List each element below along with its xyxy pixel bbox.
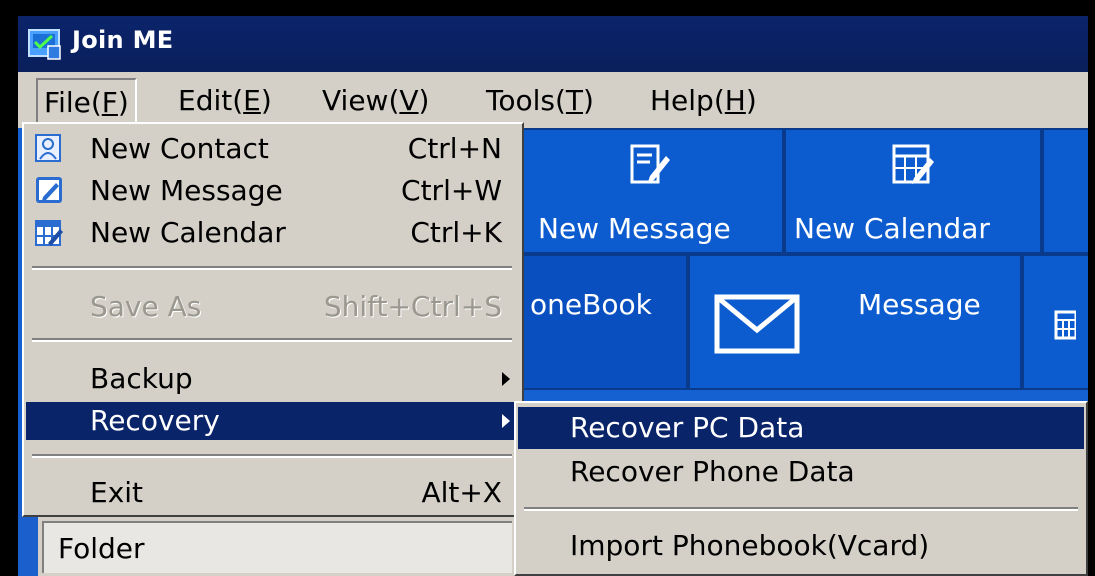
menu-item-exit[interactable]: Exit Alt+X xyxy=(26,474,520,512)
menu-item-shortcut: Ctrl+W xyxy=(401,174,502,207)
menu-item-shortcut: Ctrl+K xyxy=(410,216,502,249)
menu-item-label: Recover PC Data xyxy=(570,411,805,444)
menu-item-recover-phone-data[interactable]: Recover Phone Data xyxy=(518,451,1084,493)
menu-item-new-contact[interactable]: New Contact Ctrl+N xyxy=(26,130,520,168)
menu-item-label: Backup xyxy=(90,362,193,395)
menu-item-recovery[interactable]: Recovery xyxy=(26,402,520,440)
file-dropdown-menu: New Contact Ctrl+N New Message Ctrl+W Ne… xyxy=(22,122,524,517)
menu-tools[interactable]: Tools(T) xyxy=(480,78,600,124)
menu-item-new-message[interactable]: New Message Ctrl+W xyxy=(26,172,520,210)
recovery-submenu: Recover PC Data Recover Phone Data Impor… xyxy=(514,401,1088,576)
menu-item-label: Save As xyxy=(90,290,202,323)
tab-message[interactable]: Message xyxy=(688,254,1022,390)
menu-item-label: New Contact xyxy=(90,132,269,165)
menu-item-label: Exit xyxy=(90,476,144,509)
menu-item-label: Recovery xyxy=(90,404,220,437)
app-window: Join ME File(F) Edit(E) View(V) Tools(T)… xyxy=(18,16,1088,576)
menu-separator xyxy=(32,266,512,270)
window-title: Join ME xyxy=(72,26,174,54)
menu-separator xyxy=(32,338,512,342)
submenu-arrow-icon xyxy=(502,372,510,386)
menu-separator xyxy=(524,507,1078,511)
new-message-button[interactable]: New Message xyxy=(522,128,784,254)
menu-item-new-calendar[interactable]: New Calendar Ctrl+K xyxy=(26,214,520,252)
calendar-edit-icon xyxy=(35,220,63,246)
message-edit-icon xyxy=(36,177,62,203)
tab-message-label: Message xyxy=(858,288,981,321)
title-bar[interactable]: Join ME xyxy=(18,16,1088,72)
menu-item-label: Import Phonebook(Vcard) xyxy=(570,529,930,562)
envelope-icon xyxy=(714,294,800,354)
submenu-arrow-icon xyxy=(502,414,510,428)
menu-item-label: New Calendar xyxy=(90,216,286,249)
tab-calendar-partial[interactable] xyxy=(1022,254,1088,390)
menu-edit[interactable]: Edit(E) xyxy=(172,78,278,124)
menu-separator xyxy=(32,454,512,458)
menu-item-label: New Message xyxy=(90,174,283,207)
menu-bar: File(F) Edit(E) View(V) Tools(T) Help(H) xyxy=(18,74,1088,128)
menu-item-save-as: Save As Shift+Ctrl+S xyxy=(26,288,520,326)
calendar-icon xyxy=(1054,310,1076,340)
folder-header[interactable]: Folder xyxy=(42,521,512,573)
menu-item-recover-pc-data[interactable]: Recover PC Data xyxy=(518,407,1084,449)
menu-item-shortcut: Ctrl+N xyxy=(407,132,502,165)
tab-phonebook[interactable]: oneBook xyxy=(522,254,688,390)
new-calendar-label: New Calendar xyxy=(794,212,990,245)
tab-phonebook-label: oneBook xyxy=(530,288,652,321)
menu-item-import-phonebook[interactable]: Import Phonebook(Vcard) xyxy=(518,525,1084,567)
join-me-app-icon xyxy=(28,29,61,60)
menu-view[interactable]: View(V) xyxy=(316,78,435,124)
menu-help[interactable]: Help(H) xyxy=(644,78,763,124)
menu-item-shortcut: Alt+X xyxy=(421,476,502,509)
toolbar-button-partial[interactable] xyxy=(1042,128,1088,254)
menu-item-label: Recover Phone Data xyxy=(570,455,855,488)
menu-file[interactable]: File(F) xyxy=(36,78,137,124)
menu-item-backup[interactable]: Backup xyxy=(26,360,520,398)
new-message-label: New Message xyxy=(538,212,731,245)
calendar-edit-icon xyxy=(892,144,934,184)
new-calendar-button[interactable]: New Calendar xyxy=(784,128,1042,254)
message-edit-icon xyxy=(630,144,670,184)
menu-item-shortcut: Shift+Ctrl+S xyxy=(323,290,502,323)
contact-icon xyxy=(35,134,61,162)
